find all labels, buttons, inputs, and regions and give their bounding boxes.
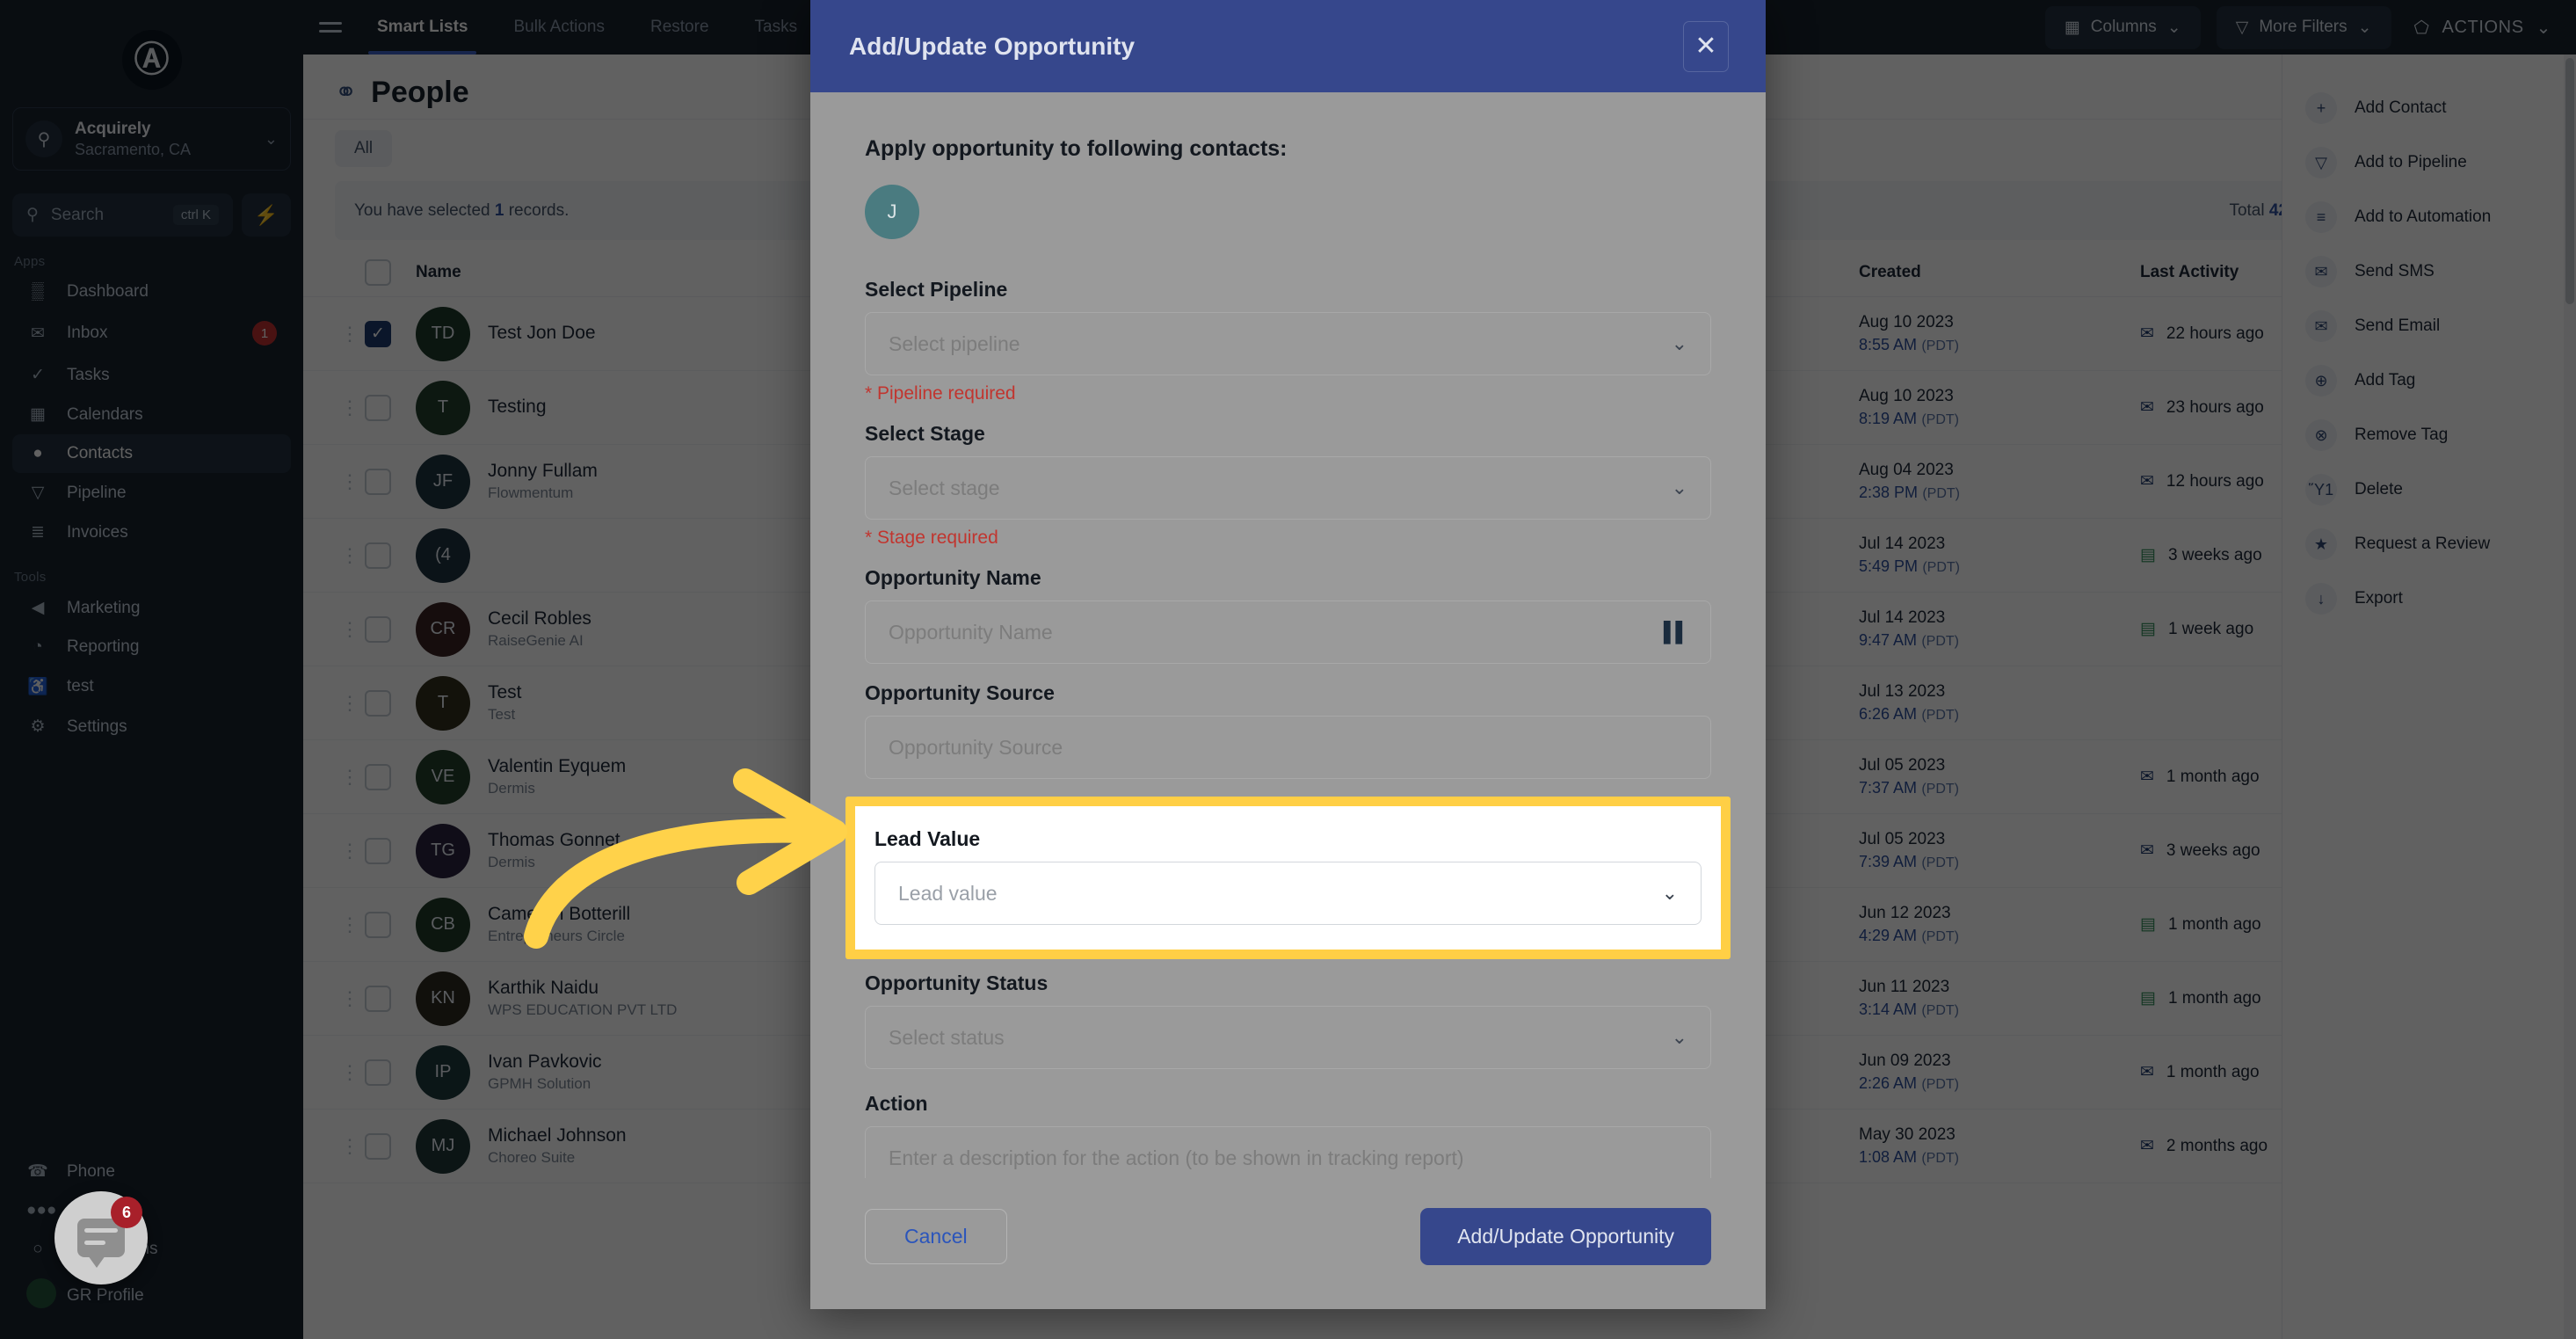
cancel-button[interactable]: Cancel: [865, 1209, 1007, 1264]
action-placeholder: Enter a description for the action (to b…: [889, 1146, 1464, 1169]
field-stage: Select Stage Select stage ⌄ * Stage requ…: [865, 422, 1711, 549]
apply-heading: Apply opportunity to following contacts:: [865, 136, 1288, 161]
opportunity-status-placeholder: Select status: [889, 1025, 1005, 1049]
selected-contacts: J: [865, 185, 1711, 239]
action-label: Action: [865, 1092, 928, 1115]
field-opportunity-source: Opportunity Source Opportunity Source: [865, 681, 1711, 779]
action-input[interactable]: Enter a description for the action (to b…: [865, 1126, 1711, 1178]
chevron-down-icon: ⌄: [1661, 882, 1678, 904]
stage-select[interactable]: Select stage ⌄: [865, 456, 1711, 520]
opportunity-name-placeholder: Opportunity Name: [889, 620, 1053, 644]
stage-error: * Stage required: [865, 528, 998, 548]
modal-footer: Cancel Add/Update Opportunity: [810, 1178, 1766, 1309]
opportunity-status-label: Opportunity Status: [865, 972, 1049, 994]
avatar[interactable]: J: [865, 185, 919, 239]
pipeline-placeholder: Select pipeline: [889, 331, 1020, 355]
submit-opportunity-button[interactable]: Add/Update Opportunity: [1420, 1208, 1711, 1265]
close-icon[interactable]: ✕: [1683, 20, 1729, 72]
lead-value-placeholder: Lead value: [898, 881, 998, 905]
opportunity-source-input[interactable]: Opportunity Source: [865, 716, 1711, 779]
opportunity-source-placeholder: Opportunity Source: [889, 735, 1063, 759]
chat-widget-button[interactable]: 6: [54, 1191, 148, 1284]
field-pipeline: Select Pipeline Select pipeline ⌄ * Pipe…: [865, 278, 1711, 404]
field-opportunity-status: Opportunity Status Select status ⌄: [865, 972, 1711, 1069]
opportunity-name-input[interactable]: Opportunity Name ▌▌: [865, 600, 1711, 664]
lead-value-highlight: Lead Value Lead value ⌄: [845, 797, 1731, 959]
field-opportunity-name: Opportunity Name Opportunity Name ▌▌: [865, 566, 1711, 664]
stage-placeholder: Select stage: [889, 476, 1000, 499]
app-root: Ⓐ ⚲ Acquirely Sacramento, CA ⌄ ⚲ Search …: [0, 0, 2576, 1339]
field-action: Action Enter a description for the actio…: [865, 1092, 1711, 1178]
add-update-opportunity-modal: Add/Update Opportunity ✕ Apply opportuni…: [810, 0, 1766, 1309]
pipeline-label: Select Pipeline: [865, 278, 1008, 301]
opportunity-source-label: Opportunity Source: [865, 681, 1055, 704]
stage-label: Select Stage: [865, 422, 985, 445]
opportunity-status-select[interactable]: Select status ⌄: [865, 1006, 1711, 1069]
pipeline-error: * Pipeline required: [865, 383, 1016, 404]
field-lead-value: Lead Value Lead value ⌄: [874, 827, 1702, 925]
chevron-down-icon: ⌄: [1671, 477, 1687, 498]
modal-header: Add/Update Opportunity ✕: [810, 0, 1766, 92]
chevron-down-icon: ⌄: [1671, 332, 1687, 354]
lead-value-label: Lead Value: [874, 827, 981, 850]
opportunity-name-label: Opportunity Name: [865, 566, 1041, 589]
custom-values-icon[interactable]: ▌▌: [1664, 621, 1689, 644]
chat-unread-badge: 6: [111, 1197, 142, 1228]
pipeline-select[interactable]: Select pipeline ⌄: [865, 312, 1711, 375]
modal-body: Apply opportunity to following contacts:…: [810, 92, 1766, 1178]
modal-title: Add/Update Opportunity: [849, 32, 1136, 60]
chevron-down-icon: ⌄: [1671, 1026, 1687, 1048]
lead-value-select[interactable]: Lead value ⌄: [874, 862, 1702, 925]
